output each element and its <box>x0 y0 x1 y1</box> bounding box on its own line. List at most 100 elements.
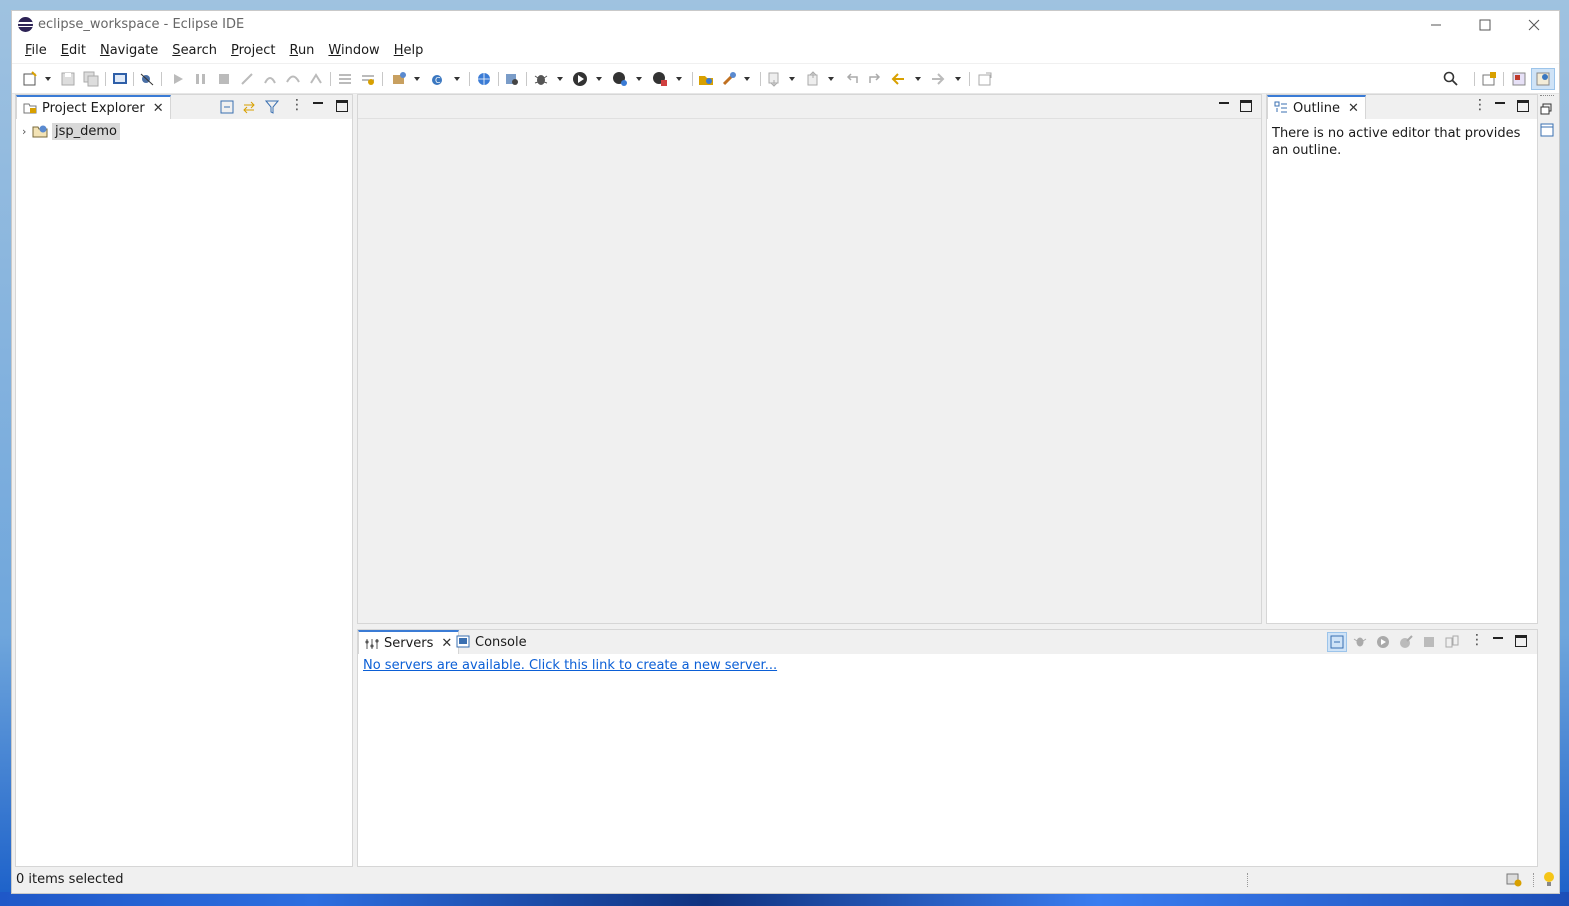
debug-icon[interactable] <box>533 71 549 87</box>
editor-minimize-icon[interactable] <box>1218 100 1230 112</box>
maximize-window-button[interactable] <box>1461 11 1509 39</box>
run-dropdown-arrow[interactable] <box>596 77 602 81</box>
new-class-icon[interactable]: C <box>430 71 446 87</box>
java-perspective-button[interactable] <box>1531 68 1555 90</box>
view-menu-icon[interactable] <box>288 97 304 113</box>
project-explorer-view: Project Explorer ✕ › jsp_demo <box>15 94 353 867</box>
menu-navigate[interactable]: Navigate <box>93 41 165 63</box>
tab-project-explorer[interactable]: Project Explorer ✕ <box>16 95 171 119</box>
skip-breakpoints-icon[interactable] <box>139 71 155 87</box>
next-annotation-dropdown-arrow[interactable] <box>789 77 795 81</box>
restore-icon[interactable] <box>1540 103 1554 115</box>
tab-console-label: Console <box>475 634 527 650</box>
tree-item-jsp-demo[interactable]: › jsp_demo <box>22 121 121 141</box>
new-java-project-icon[interactable] <box>391 71 407 87</box>
search-icon[interactable] <box>1443 71 1459 87</box>
run-last-tool-icon[interactable] <box>612 71 628 87</box>
new-dropdown-arrow[interactable] <box>45 77 51 81</box>
open-perspective-icon[interactable] <box>1481 71 1497 87</box>
launch-server-icon[interactable] <box>504 71 520 87</box>
step-into-icon[interactable] <box>262 71 278 87</box>
save-icon[interactable] <box>60 71 76 87</box>
menu-help[interactable]: Help <box>387 41 431 63</box>
outline-minimize-icon[interactable] <box>1494 100 1506 112</box>
step-over-icon[interactable] <box>285 71 301 87</box>
run-last-tool-dropdown-arrow[interactable] <box>636 77 642 81</box>
stop-server-icon[interactable] <box>1422 635 1436 649</box>
search-tool-dropdown-arrow[interactable] <box>744 77 750 81</box>
collapse-all-icon[interactable] <box>220 100 234 114</box>
servers-maximize-icon[interactable] <box>1515 635 1527 647</box>
close-outline-icon[interactable]: ✕ <box>1348 101 1359 116</box>
new-icon[interactable] <box>22 71 38 87</box>
outline-maximize-icon[interactable] <box>1517 100 1529 112</box>
eclipse-logo-icon <box>18 17 33 32</box>
editor-maximize-icon[interactable] <box>1240 100 1252 112</box>
external-tools-icon[interactable] <box>360 71 376 87</box>
menu-search[interactable]: Search <box>165 41 224 63</box>
background-tasks-icon[interactable] <box>1506 871 1522 887</box>
terminate-icon[interactable] <box>216 71 232 87</box>
outline-header: Outline ✕ <box>1267 95 1537 119</box>
terminal-icon[interactable] <box>112 71 128 87</box>
open-type-icon[interactable] <box>698 71 714 87</box>
java-ee-perspective-icon[interactable] <box>1511 71 1527 87</box>
filter-icon[interactable] <box>265 100 279 114</box>
tree-item-label: jsp_demo <box>52 122 121 140</box>
close-project-explorer-icon[interactable]: ✕ <box>153 101 164 116</box>
tab-servers[interactable]: Servers ✕ <box>358 630 460 654</box>
previous-annotation-icon[interactable] <box>805 71 821 87</box>
link-with-editor-icon[interactable] <box>242 100 256 114</box>
previous-annotation-dropdown-arrow[interactable] <box>828 77 834 81</box>
disconnect-icon[interactable] <box>239 71 255 87</box>
forward-dropdown-arrow[interactable] <box>955 77 961 81</box>
use-step-filters-icon[interactable] <box>337 71 353 87</box>
maximize-icon[interactable] <box>336 100 348 112</box>
run-icon[interactable] <box>572 71 588 87</box>
open-web-browser-icon[interactable] <box>476 71 492 87</box>
back-dropdown-arrow[interactable] <box>915 77 921 81</box>
collapse-all-icon <box>1330 635 1344 649</box>
servers-minimize-icon[interactable] <box>1492 635 1504 647</box>
menu-run[interactable]: Run <box>282 41 321 63</box>
menu-window[interactable]: Window <box>321 41 386 63</box>
new-project-dropdown-arrow[interactable] <box>414 77 420 81</box>
new-class-dropdown-arrow[interactable] <box>454 77 460 81</box>
step-return-icon[interactable] <box>308 71 324 87</box>
minimize-icon[interactable] <box>312 100 324 112</box>
title-bar: eclipse_workspace - Eclipse IDE <box>12 11 1559 41</box>
start-server-icon[interactable] <box>1376 635 1390 649</box>
chevron-right-icon[interactable]: › <box>22 125 32 138</box>
minimize-window-button[interactable] <box>1412 11 1460 39</box>
tab-outline[interactable]: Outline ✕ <box>1267 95 1366 119</box>
save-all-icon[interactable] <box>83 71 99 87</box>
collapse-all-servers-button[interactable] <box>1327 632 1347 652</box>
menu-file[interactable]: File <box>18 41 54 63</box>
servers-view-menu-icon[interactable] <box>1468 632 1484 648</box>
suspend-icon[interactable] <box>193 71 209 87</box>
status-divider <box>1247 873 1249 887</box>
coverage-dropdown-arrow[interactable] <box>676 77 682 81</box>
profile-server-icon[interactable] <box>1399 635 1413 649</box>
back-icon[interactable] <box>890 71 906 87</box>
publish-server-icon[interactable] <box>1445 635 1459 649</box>
next-edit-location-icon[interactable] <box>867 71 883 87</box>
debug-dropdown-arrow[interactable] <box>557 77 563 81</box>
menu-edit[interactable]: Edit <box>54 41 93 63</box>
search-tool-icon[interactable] <box>721 71 737 87</box>
pin-editor-icon[interactable] <box>977 71 993 87</box>
main-toolbar: C <box>12 64 1559 94</box>
task-list-icon[interactable] <box>1540 123 1554 137</box>
last-edit-location-icon[interactable] <box>844 71 860 87</box>
next-annotation-icon[interactable] <box>766 71 782 87</box>
tip-lightbulb-icon[interactable] <box>1542 871 1556 888</box>
start-debug-server-icon[interactable] <box>1353 635 1367 649</box>
forward-icon[interactable] <box>930 71 946 87</box>
outline-view-menu-icon[interactable] <box>1471 97 1487 113</box>
create-server-link[interactable]: No servers are available. Click this lin… <box>363 658 777 673</box>
resume-icon[interactable] <box>170 71 186 87</box>
menu-project[interactable]: Project <box>224 41 283 63</box>
close-window-button[interactable] <box>1510 11 1558 39</box>
tab-console[interactable]: Console <box>450 630 533 654</box>
coverage-icon[interactable] <box>652 71 668 87</box>
